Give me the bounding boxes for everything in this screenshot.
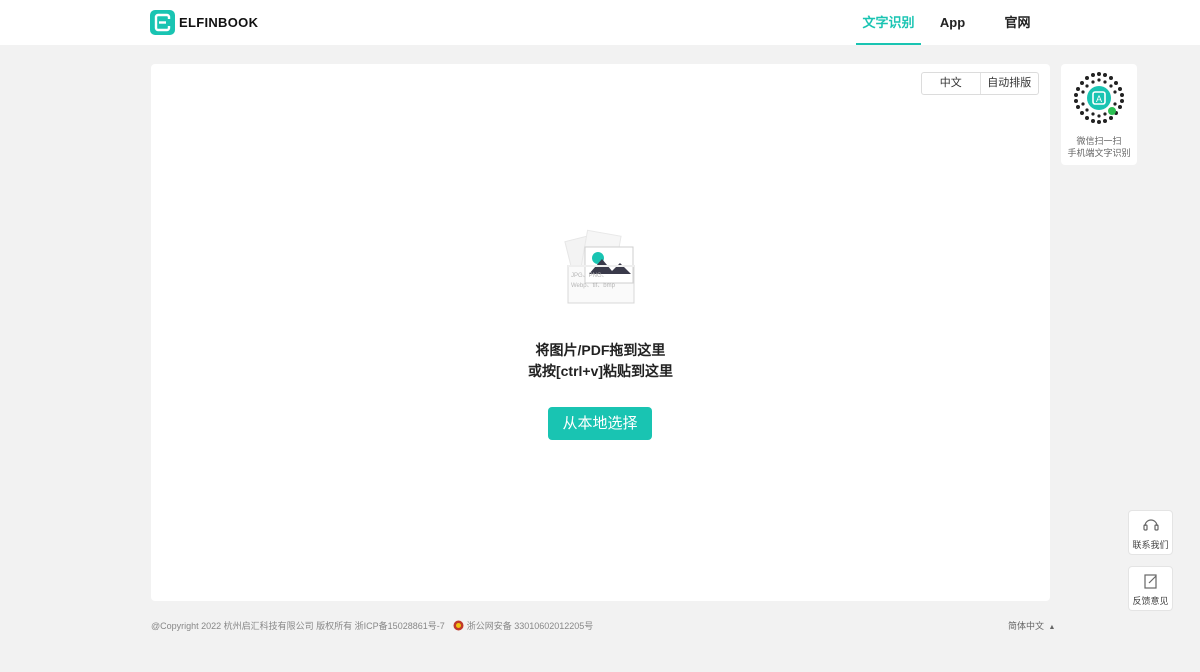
feedback-label: 反馈意见 [1129,594,1172,607]
qr-caption-line-2: 手机端文字识别 [1061,146,1137,159]
language-label: 简体中文 [1008,621,1044,631]
contact-us-button[interactable]: 联系我们 [1128,510,1173,555]
copyright-text: @Copyright 2022 杭州启汇科技有限公司 版权所有 浙ICP备150… [151,619,445,632]
logo-icon [150,10,175,35]
police-record-link[interactable]: 浙公网安备 33010602012205号 [467,619,594,632]
footer: @Copyright 2022 杭州启汇科技有限公司 版权所有 浙ICP备150… [151,619,593,632]
select-local-file-button[interactable]: 从本地选择 [548,407,652,440]
edit-icon [1142,573,1160,589]
headset-icon [1142,517,1160,533]
nav-text-recognition[interactable]: 文字识别 [856,0,921,45]
option-chinese[interactable]: 中文 [922,73,980,94]
contact-us-label: 联系我们 [1129,538,1172,551]
image-upload-icon: JPG、PNG、 Webp、tif、bmp [564,227,638,307]
supported-formats-line-1: JPG、PNG、 [571,270,608,279]
caret-up-icon: ▲ [1049,624,1056,631]
language-selector[interactable]: 简体中文 ▲ [1008,619,1055,632]
brand-name: ELFINBOOK [179,15,258,30]
top-header: ELFINBOOK 文字识别 App 官网 [0,0,1200,45]
police-badge-icon [453,620,464,631]
supported-formats-line-2: Webp、tif、bmp [571,280,615,289]
drop-hint-line-1: 将图片/PDF拖到这里 [151,340,1050,360]
brand-logo[interactable]: ELFINBOOK [150,10,258,35]
upload-panel[interactable]: 中文 自动排版 JPG、PNG、 Webp、tif、bmp 将图片/PDF拖到这… [151,64,1050,601]
qr-code-icon: A [1072,71,1126,125]
nav-app[interactable]: App [930,0,975,45]
feedback-button[interactable]: 反馈意见 [1128,566,1173,611]
language-layout-toggle: 中文 自动排版 [921,72,1039,95]
svg-text:A: A [1096,94,1102,104]
drop-hint-line-2: 或按[ctrl+v]粘贴到这里 [151,361,1050,381]
nav-official-site[interactable]: 官网 [995,0,1040,45]
option-auto-layout[interactable]: 自动排版 [980,73,1039,94]
qr-code-card: A 微信扫一扫 手机端文字识别 [1061,64,1137,165]
